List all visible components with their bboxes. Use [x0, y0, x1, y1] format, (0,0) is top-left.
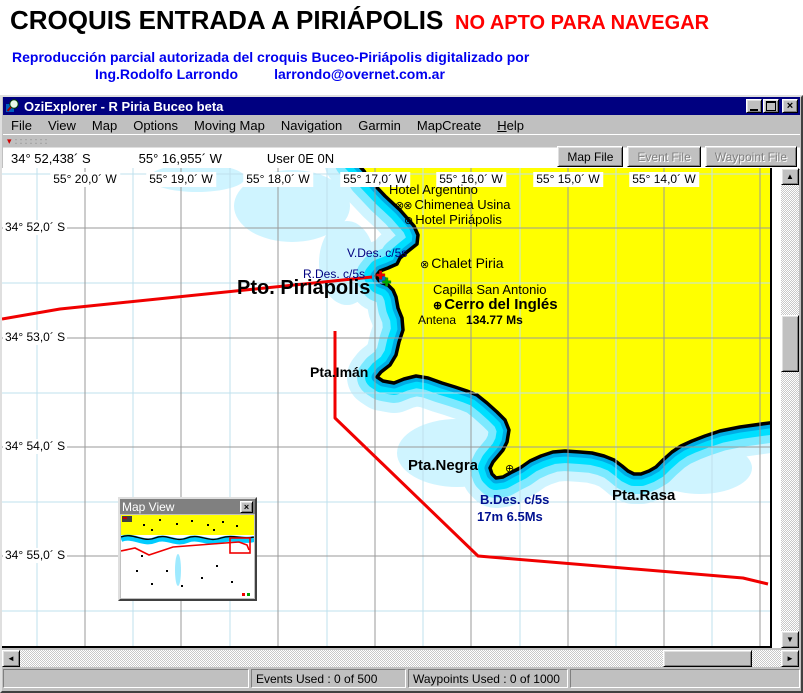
minimize-icon [750, 109, 758, 111]
scroll-left-icon: ◄ [7, 655, 15, 663]
label-capilla-san-antonio: Capilla San Antonio [433, 283, 546, 297]
longitude-label: 55° 15,0´ W [533, 172, 603, 187]
menu-item-options[interactable]: Options [125, 117, 186, 134]
latitude-label: 34° 54,0´ S [3, 439, 67, 454]
scroll-up-button[interactable]: ▲ [781, 168, 799, 185]
map-view-close-icon: × [244, 502, 249, 512]
map-view-close-button[interactable]: × [240, 501, 253, 513]
horizontal-scroll-thumb[interactable] [663, 650, 752, 667]
longitude-label: 55° 14,0´ W [629, 172, 699, 187]
waypoint-marker-green: ✚ [382, 276, 393, 290]
latitude-label: 34° 52,0´ S [3, 220, 67, 235]
map-file-button[interactable]: Map File [557, 146, 623, 167]
scroll-down-button[interactable]: ▼ [781, 631, 799, 648]
window-title: OziExplorer - R Piria Buceo beta [24, 99, 745, 114]
map-view-titlebar[interactable]: Map View × [120, 499, 255, 514]
cursor-latitude: 34° 52,438´ S [11, 151, 91, 166]
file-button-group: Map File Event File Waypoint File [557, 146, 797, 167]
restore-button[interactable] [763, 99, 779, 113]
restore-icon [766, 101, 776, 111]
menu-item-mapcreate[interactable]: MapCreate [409, 117, 489, 134]
warning-text: NO APTO PARA NAVEGAR [455, 12, 709, 35]
status-panel-events: Events Used : 0 of 500 [251, 669, 406, 688]
scroll-up-icon: ▲ [786, 173, 794, 181]
symbol-pta-negra-icon: ⊕ [505, 463, 513, 475]
label-hotel-piriapolis: ⊗Hotel Piriápolis [404, 213, 502, 228]
window-titlebar[interactable]: OziExplorer - R Piria Buceo beta × [3, 97, 800, 115]
credit-author-line: Ing.Rodolfo Larrondo larrondo@overnet.com… [95, 66, 445, 82]
label-hotel-argentino: Hotel Argentino [389, 183, 478, 197]
label-b-des-light: B.Des. c/5s [480, 493, 549, 507]
vertical-scroll-thumb[interactable] [781, 315, 799, 372]
page-title: CROQUIS ENTRADA A PIRIÁPOLIS [10, 5, 443, 36]
map-view-content[interactable] [121, 515, 254, 598]
longitude-label: 55° 19,0´ W [146, 172, 216, 187]
toolbar-grip-dots: ::::::: [15, 137, 50, 146]
credit-author: Ing.Rodolfo Larrondo [95, 66, 238, 82]
menu-item-view[interactable]: View [40, 117, 84, 134]
overview-map [121, 515, 254, 598]
scroll-right-icon: ► [786, 655, 794, 663]
close-button[interactable]: × [782, 99, 798, 113]
label-v-des-light: V.Des. c/5s [347, 247, 407, 260]
label-chalet-piria: ⊗Chalet Piria [420, 256, 504, 272]
label-pto-piriapolis: Pto. Piriápolis [237, 278, 370, 299]
user-grid-readout: User 0E 0N [267, 151, 334, 166]
label-pta-negra: Pta.Negra [408, 458, 478, 474]
close-icon: × [787, 101, 793, 112]
map-view-window[interactable]: Map View × [118, 497, 257, 601]
menu-item-file[interactable]: File [3, 117, 40, 134]
label-b-des-depth: 17m 6.5Ms [477, 510, 543, 524]
status-panel-blank1 [3, 669, 249, 688]
menu-item-help[interactable]: Help [489, 117, 532, 134]
status-bar: Events Used : 0 of 500 Waypoints Used : … [3, 669, 800, 688]
label-cerro-del-ingles-icon: ⊕ [433, 300, 441, 312]
menu-item-navigation[interactable]: Navigation [273, 117, 350, 134]
minimize-button[interactable] [746, 99, 762, 113]
map-edge-bottom [2, 646, 772, 648]
label-chimenea-usina: ⊗⊗Chimenea Usina [395, 198, 511, 213]
symbol-pta-negra: ⊕ [505, 461, 516, 476]
credit-email: larrondo@overnet.com.ar [274, 66, 445, 82]
waypoint-marker-green-icon: ✚ [382, 277, 390, 289]
horizontal-scrollbar[interactable]: ◄ ► [2, 650, 799, 667]
label-pta-rasa: Pta.Rasa [612, 488, 675, 504]
app-icon [6, 99, 20, 113]
status-panel-blank2 [570, 669, 800, 688]
oziexplorer-window: OziExplorer - R Piria Buceo beta × FileV… [0, 95, 803, 693]
label-chimenea-usina-icon: ⊗⊗ [395, 200, 411, 212]
vertical-scrollbar[interactable]: ▲ ▼ [781, 168, 799, 648]
menu-item-map[interactable]: Map [84, 117, 125, 134]
status-panel-waypoints: Waypoints Used : 0 of 1000 [408, 669, 568, 688]
toolbar-collapse-icon[interactable]: ▾ [7, 137, 12, 146]
map-margin [772, 168, 781, 648]
latitude-label: 34° 55,0´ S [3, 548, 67, 563]
cursor-longitude: 55° 16,955´ W [139, 151, 222, 166]
menu-bar: FileViewMapOptionsMoving MapNavigationGa… [3, 116, 800, 134]
label-chalet-piria-icon: ⊗ [420, 259, 428, 271]
label-pta-iman: Pta.Imán [310, 365, 368, 380]
scroll-left-button[interactable]: ◄ [2, 650, 20, 667]
menu-item-garmin[interactable]: Garmin [350, 117, 409, 134]
label-cerro-del-ingles: ⊕Cerro del Inglés [433, 297, 558, 313]
latitude-label: 34° 53,0´ S [3, 330, 67, 345]
longitude-label: 55° 20,0´ W [50, 172, 120, 187]
longitude-label: 55° 18,0´ W [243, 172, 313, 187]
label-antena: Antena134.77 Ms [418, 314, 523, 327]
scroll-right-button[interactable]: ► [781, 650, 799, 667]
scroll-down-icon: ▼ [786, 636, 794, 644]
credit-line: Reproducción parcial autorizada del croq… [12, 49, 529, 65]
event-file-button: Event File [627, 146, 700, 167]
menu-item-moving-map[interactable]: Moving Map [186, 117, 273, 134]
waypoint-file-button: Waypoint File [705, 146, 797, 167]
map-view-title: Map View [122, 500, 240, 514]
label-hotel-piriapolis-icon: ⊗ [404, 215, 412, 227]
